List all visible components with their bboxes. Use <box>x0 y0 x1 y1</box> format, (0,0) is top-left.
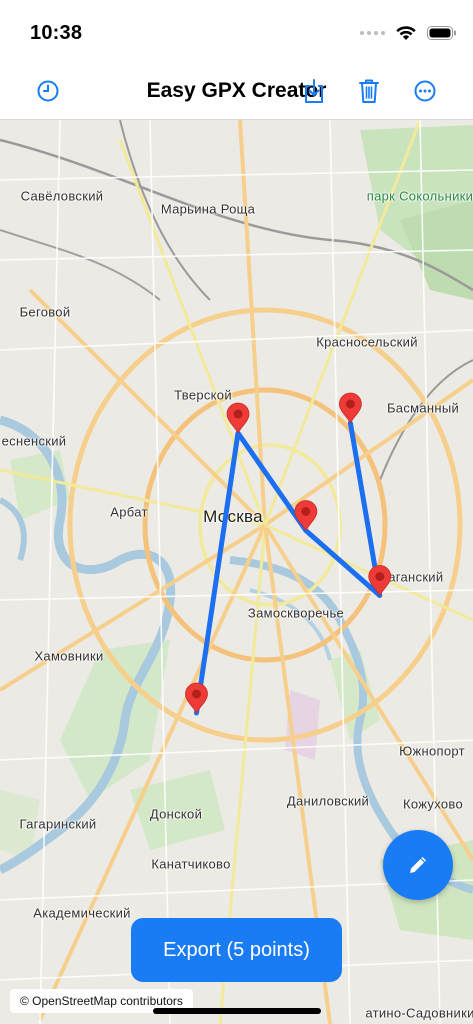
route-point-marker[interactable] <box>294 500 318 532</box>
status-time: 10:38 <box>30 22 83 44</box>
battery-icon <box>427 26 456 40</box>
trash-icon <box>359 79 379 103</box>
pencil-icon <box>410 857 426 873</box>
status-bar: 10:38 <box>0 0 473 62</box>
navigation-bar: Easy GPX Creator <box>0 62 473 120</box>
route-line <box>193 420 383 716</box>
more-icon <box>414 80 436 102</box>
home-indicator <box>153 1008 321 1014</box>
delete-button[interactable] <box>354 76 384 106</box>
wifi-icon <box>396 26 416 40</box>
route-point-marker[interactable] <box>226 402 250 434</box>
cellular-signal-icon <box>360 31 385 35</box>
route-point-marker[interactable] <box>338 392 362 424</box>
export-button-label: Export (5 points) <box>163 938 310 961</box>
download-icon <box>305 79 323 103</box>
status-icons <box>360 25 457 41</box>
export-button[interactable]: Export (5 points) <box>131 918 342 982</box>
route-point-marker[interactable] <box>185 682 208 714</box>
import-button[interactable] <box>299 76 329 106</box>
more-button[interactable] <box>410 76 440 106</box>
edit-route-button[interactable] <box>383 830 453 900</box>
